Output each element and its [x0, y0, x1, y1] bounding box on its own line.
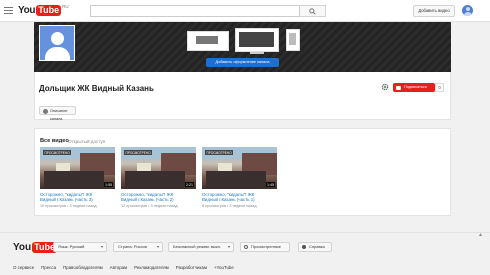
country-select[interactable]: Страна: Россия	[113, 242, 163, 252]
footer-link[interactable]: О сервисе	[13, 265, 34, 270]
gear-icon[interactable]	[381, 83, 389, 91]
laptop-illustration	[187, 31, 229, 51]
history-label: Просмотренные	[251, 244, 282, 249]
add-channel-art-button[interactable]: Добавить оформление канала	[206, 58, 279, 67]
video-title[interactable]: Осторожно, "кидалы"! ЖК Видный г.Казань …	[40, 192, 115, 203]
account-avatar[interactable]	[462, 5, 473, 16]
video-views: 10 просмотров	[40, 203, 67, 208]
watched-badge: ПРОСМОТРЕНО	[205, 150, 234, 155]
footer-links: О сервисе Пресса Правообладателям Авторам Ре…	[13, 265, 241, 270]
video-meta: 12 просмотров • 3 недели назад	[121, 203, 178, 208]
footer-link[interactable]: Пресса	[41, 265, 56, 270]
scroll-up-icon[interactable]: ▲	[478, 232, 483, 238]
video-item[interactable]: ПРОСМОТРЕНО 2:21 Осторожно, "кидалы"! ЖК…	[121, 147, 196, 208]
safety-mode-select[interactable]: Безопасный режим: выкл.	[168, 242, 234, 252]
search-input[interactable]	[90, 5, 300, 17]
history-icon	[244, 245, 248, 249]
help-button[interactable]: Справка	[298, 242, 332, 252]
help-icon	[302, 245, 306, 249]
about-channel-button[interactable]: Описание канала	[39, 106, 76, 121]
video-duration: 1:45	[266, 182, 275, 187]
tv-stand-illustration	[250, 52, 264, 54]
video-title-line: Видный г.Казань (часть 1)	[202, 197, 255, 203]
video-title[interactable]: Осторожно, "кидалы"! ЖК Видный г.Казань …	[121, 192, 196, 203]
video-duration: 2:21	[185, 182, 194, 187]
watched-badge: ПРОСМОТРЕНО	[43, 150, 72, 155]
phone-illustration	[286, 29, 300, 51]
footer-link[interactable]: Рекламодателям	[134, 265, 169, 270]
video-age: 3 недели назад	[229, 203, 257, 208]
video-age: 3 недели назад	[69, 203, 97, 208]
video-title-line: Видный г.Казань (часть 3)	[40, 197, 93, 203]
footer-logo[interactable]: You Tube	[13, 241, 57, 253]
video-title-line: Видный г.Казань (часть 2)	[121, 197, 174, 203]
footer-logo-you: You	[13, 241, 32, 253]
youtube-logo[interactable]: You Tube RU	[18, 4, 69, 16]
channel-title: Дольщик ЖК Видный Казань	[39, 84, 154, 93]
search-icon	[309, 8, 316, 15]
history-button[interactable]: Просмотренные	[240, 242, 290, 252]
search-button[interactable]	[300, 5, 326, 17]
chevron-down-icon	[101, 246, 103, 248]
footer-link[interactable]: Разработчикам	[176, 265, 207, 270]
video-age: 3 недели назад	[150, 203, 178, 208]
tv-illustration	[235, 28, 279, 52]
video-duration: 1:55	[104, 182, 113, 187]
section-title[interactable]: Все видео	[40, 138, 69, 144]
section-access: Открытый доступ	[68, 138, 106, 144]
video-thumbnail[interactable]: ПРОСМОТРЕНО 1:45	[202, 147, 277, 189]
country-label: Страна: Россия	[118, 244, 147, 249]
video-thumbnail[interactable]: ПРОСМОТРЕНО 1:55	[40, 147, 115, 189]
channel-avatar	[39, 25, 75, 61]
language-select[interactable]: Язык: Русский	[53, 242, 107, 252]
help-label: Справка	[309, 244, 325, 249]
video-thumbnail[interactable]: ПРОСМОТРЕНО 2:21	[121, 147, 196, 189]
watched-badge: ПРОСМОТРЕНО	[124, 150, 153, 155]
subscribe-button[interactable]: Подписаться	[393, 83, 435, 92]
video-views: 12 просмотров	[121, 203, 148, 208]
footer-link[interactable]: Правообладателям	[63, 265, 103, 270]
safety-label: Безопасный режим: выкл.	[173, 244, 222, 249]
logo-tube: Tube	[36, 4, 62, 16]
logo-region: RU	[62, 4, 69, 9]
video-item[interactable]: ПРОСМОТРЕНО 1:55 Осторожно, "кидалы"! ЖК…	[40, 147, 115, 208]
upload-button[interactable]: Добавить видео	[413, 5, 455, 17]
chevron-down-icon	[228, 246, 230, 248]
footer-link[interactable]: Авторам	[110, 265, 127, 270]
video-item[interactable]: ПРОСМОТРЕНО 1:45 Осторожно, "кидалы"! ЖК…	[202, 147, 277, 208]
menu-icon[interactable]	[4, 7, 13, 14]
footer-link[interactable]: +YouTube	[214, 265, 234, 270]
channel-header-card	[34, 72, 451, 120]
video-meta: 10 просмотров • 3 недели назад	[40, 203, 97, 208]
logo-you: You	[18, 4, 36, 16]
video-title[interactable]: Осторожно, "кидалы"! ЖК Видный г.Казань …	[202, 192, 277, 203]
video-views: 8 просмотров	[202, 203, 226, 208]
subscriber-count: 0	[435, 83, 444, 92]
chevron-down-icon	[157, 246, 159, 248]
language-label: Язык: Русский	[58, 244, 85, 249]
video-meta: 8 просмотров • 3 недели назад	[202, 203, 257, 208]
